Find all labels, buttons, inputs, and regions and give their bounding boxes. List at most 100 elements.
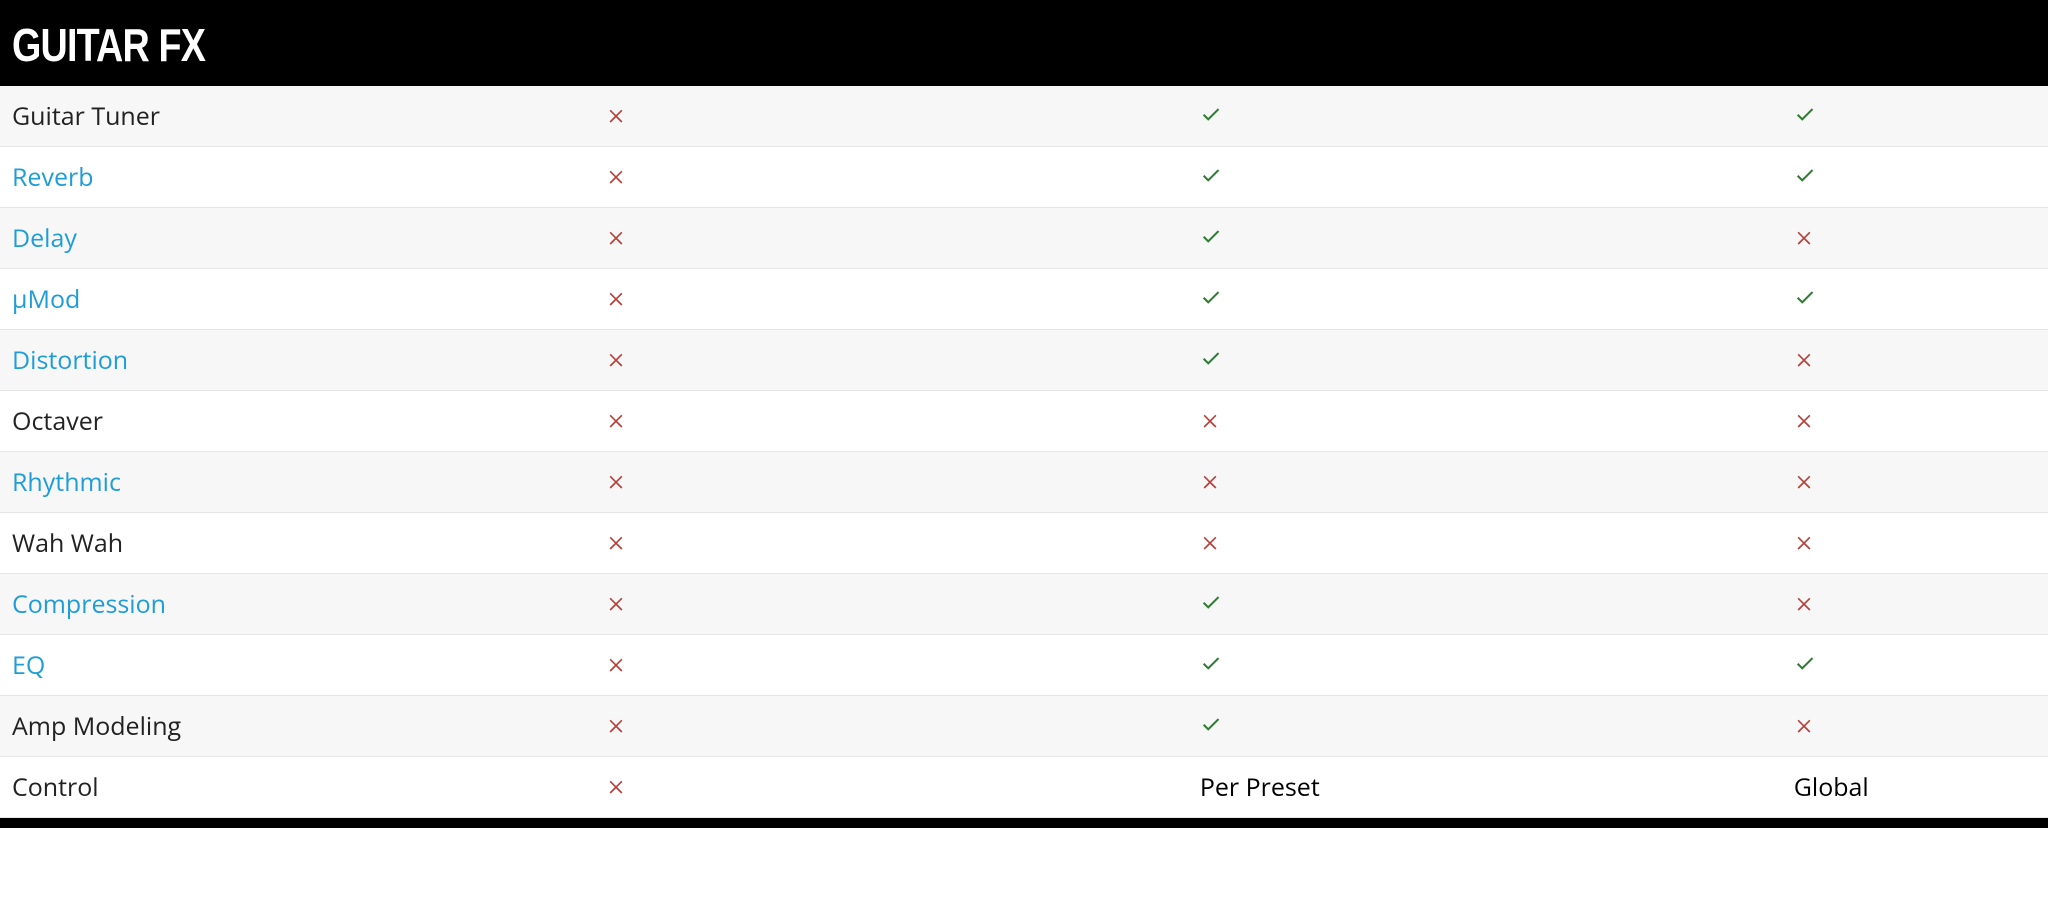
row-label-octaver: Octaver [12, 404, 103, 438]
cell-col2 [1188, 391, 1782, 452]
cross-icon [1794, 404, 1814, 424]
cross-icon [606, 282, 626, 302]
cross-icon [606, 587, 626, 607]
check-icon [1200, 99, 1222, 121]
check-icon [1794, 282, 1816, 304]
check-icon [1200, 587, 1222, 609]
cell-col2 [1188, 86, 1782, 147]
check-icon [1794, 648, 1816, 670]
table-row: Guitar Tuner [0, 86, 2048, 147]
row-label-cell: Reverb [0, 147, 594, 208]
row-label-link-distortion[interactable]: Distortion [12, 343, 128, 377]
cell-col1 [594, 269, 1188, 330]
row-label-cell: Amp Modeling [0, 696, 594, 757]
cell-col3 [1782, 86, 2048, 147]
cell-col3 [1782, 391, 2048, 452]
check-icon [1200, 221, 1222, 243]
cross-icon [1794, 221, 1814, 241]
row-label-link-reverb[interactable]: Reverb [12, 160, 94, 194]
cell-col1 [594, 86, 1188, 147]
cross-icon [606, 99, 626, 119]
cell-col3 [1782, 147, 2048, 208]
row-label-cell: µMod [0, 269, 594, 330]
table-row: Delay [0, 208, 2048, 269]
row-label-cell: Guitar Tuner [0, 86, 594, 147]
cell-col3 [1782, 574, 2048, 635]
cross-icon [1200, 526, 1220, 546]
cell-col3 [1782, 513, 2048, 574]
section-title: GUITAR FX [12, 18, 1672, 72]
cell-col2 [1188, 269, 1782, 330]
check-icon [1794, 99, 1816, 121]
cross-icon [606, 404, 626, 424]
cross-icon [1794, 343, 1814, 363]
cell-col1 [594, 635, 1188, 696]
cell-col1 [594, 452, 1188, 513]
row-label-cell: Distortion [0, 330, 594, 391]
cross-icon [606, 770, 626, 790]
row-label-cell: Compression [0, 574, 594, 635]
table-row: EQ [0, 635, 2048, 696]
cross-icon [1794, 587, 1814, 607]
cell-col2 [1188, 574, 1782, 635]
row-label-cell: Rhythmic [0, 452, 594, 513]
table-row: Rhythmic [0, 452, 2048, 513]
cell-col3 [1782, 635, 2048, 696]
row-label-cell: Control [0, 757, 594, 818]
table-row: Control Per Preset Global [0, 757, 2048, 818]
cell-text: Global [1794, 770, 1869, 804]
row-label-amp-modeling: Amp Modeling [12, 709, 181, 743]
table-row: Reverb [0, 147, 2048, 208]
cross-icon [606, 343, 626, 363]
table-row: Amp Modeling [0, 696, 2048, 757]
cross-icon [1200, 404, 1220, 424]
cross-icon [1794, 526, 1814, 546]
comparison-table: Guitar Tuner Reverb Delay µMod Distortion Oct… [0, 86, 2048, 818]
cell-col1 [594, 574, 1188, 635]
cell-col1 [594, 208, 1188, 269]
cell-col2 [1188, 696, 1782, 757]
cross-icon [606, 221, 626, 241]
check-icon [1200, 709, 1222, 731]
cell-col2 [1188, 147, 1782, 208]
row-label-wah-wah: Wah Wah [12, 526, 123, 560]
row-label-link-compression[interactable]: Compression [12, 587, 166, 621]
check-icon [1200, 648, 1222, 670]
cell-col3: Global [1782, 757, 2048, 818]
row-label-link-mod[interactable]: µMod [12, 282, 80, 316]
table-row: Wah Wah [0, 513, 2048, 574]
table-row: Compression [0, 574, 2048, 635]
cell-col3 [1782, 696, 2048, 757]
cross-icon [606, 465, 626, 485]
row-label-link-delay[interactable]: Delay [12, 221, 77, 255]
row-label-link-eq[interactable]: EQ [12, 648, 45, 682]
row-label-guitar-tuner: Guitar Tuner [12, 99, 160, 133]
cell-text: Per Preset [1200, 770, 1320, 804]
cell-col1 [594, 757, 1188, 818]
cross-icon [1794, 465, 1814, 485]
cell-col2 [1188, 635, 1782, 696]
cell-col1 [594, 696, 1188, 757]
row-label-cell: Wah Wah [0, 513, 594, 574]
table-row: Distortion [0, 330, 2048, 391]
check-icon [1200, 343, 1222, 365]
cell-col1 [594, 391, 1188, 452]
cell-col3 [1782, 269, 2048, 330]
cross-icon [1200, 465, 1220, 485]
cross-icon [606, 160, 626, 180]
cell-col2 [1188, 452, 1782, 513]
check-icon [1794, 160, 1816, 182]
cell-col3 [1782, 452, 2048, 513]
cell-col3 [1782, 330, 2048, 391]
row-label-cell: EQ [0, 635, 594, 696]
row-label-link-rhythmic[interactable]: Rhythmic [12, 465, 121, 499]
cell-col2 [1188, 330, 1782, 391]
cell-col2 [1188, 513, 1782, 574]
cell-col1 [594, 330, 1188, 391]
row-label-cell: Octaver [0, 391, 594, 452]
cross-icon [606, 709, 626, 729]
row-label-control: Control [12, 770, 99, 804]
section-header: GUITAR FX [0, 0, 2048, 86]
row-label-cell: Delay [0, 208, 594, 269]
cross-icon [606, 526, 626, 546]
